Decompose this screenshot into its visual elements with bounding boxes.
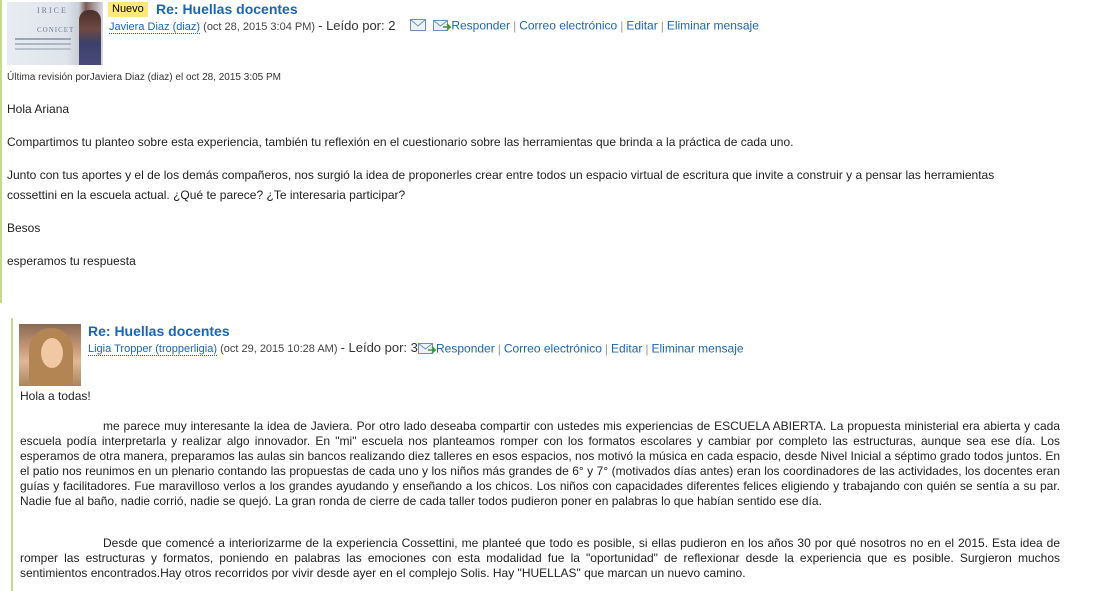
edit-link[interactable]: Editar bbox=[611, 342, 642, 356]
avatar-lines bbox=[15, 38, 71, 40]
avatar-person bbox=[79, 10, 101, 65]
body-paragraph: Desde que comencé a interiorizarme de la… bbox=[20, 536, 1060, 580]
delete-link[interactable]: Eliminar mensaje bbox=[667, 19, 759, 33]
avatar-logo-subtext: CONICET bbox=[37, 26, 75, 34]
action-separator: | bbox=[620, 18, 624, 33]
action-separator: | bbox=[645, 341, 649, 356]
greeting: Hola a todas! bbox=[20, 389, 91, 403]
post-meta: Javiera Diaz (diaz) (oct 28, 2015 3:04 P… bbox=[109, 18, 396, 34]
delete-link[interactable]: Eliminar mensaje bbox=[652, 342, 744, 356]
post-actions: Responder | Correo electrónico | Editar | Elim… bbox=[418, 341, 744, 358]
body-paragraph: Hola Ariana bbox=[7, 102, 70, 116]
edit-link[interactable]: Editar bbox=[626, 19, 657, 33]
action-separator: | bbox=[604, 341, 609, 356]
avatar-face bbox=[41, 338, 63, 368]
forum-post-1: IRICE CONICET Nuevo Re: Huellas docentes… bbox=[0, 0, 1111, 303]
body-paragraph: esperamos tu respuesta bbox=[7, 254, 136, 268]
reply-icon[interactable] bbox=[418, 341, 437, 358]
body-paragraph: me parece muy interesante la idea de Jav… bbox=[20, 419, 1060, 508]
reply-icon[interactable] bbox=[433, 18, 453, 35]
revision-note: Última revisión porJaviera Diaz (diaz) e… bbox=[7, 72, 282, 83]
avatar-logo-text: IRICE bbox=[37, 6, 68, 15]
action-separator: | bbox=[497, 341, 501, 356]
reply-link[interactable]: Responder bbox=[436, 342, 495, 356]
post-subject[interactable]: Re: Huellas docentes bbox=[88, 323, 230, 339]
post-actions: Responder | Correo electrónico | Editar | Elim… bbox=[410, 18, 759, 35]
body-paragraph: Compartimos tu planteo sobre esta experi… bbox=[7, 135, 794, 149]
email-link[interactable]: Correo electrónico bbox=[504, 342, 602, 356]
post-date: (oct 29, 2015 10:28 AM) bbox=[220, 343, 338, 355]
action-separator: | bbox=[513, 18, 517, 33]
reply-link[interactable]: Responder bbox=[451, 19, 510, 33]
read-count: - Leído por: 3 bbox=[340, 340, 418, 355]
action-separator: | bbox=[660, 18, 664, 33]
avatar[interactable]: IRICE CONICET bbox=[7, 2, 103, 65]
email-link[interactable]: Correo electrónico bbox=[519, 19, 617, 33]
post-meta: Ligia Tropper (tropperligia) (oct 29, 20… bbox=[88, 340, 418, 356]
new-badge: Nuevo bbox=[108, 2, 148, 17]
post-date: (oct 28, 2015 3:04 PM) bbox=[203, 21, 316, 33]
author-link[interactable]: Ligia Tropper (tropperligia) bbox=[88, 343, 218, 356]
post-subject[interactable]: Re: Huellas docentes bbox=[156, 1, 298, 17]
thread-indent-bar bbox=[11, 318, 13, 591]
author-link[interactable]: Javiera Diaz (diaz) bbox=[109, 21, 201, 34]
body-paragraph: Besos bbox=[7, 221, 41, 235]
avatar[interactable] bbox=[19, 324, 81, 386]
envelope-icon[interactable] bbox=[410, 19, 426, 34]
forum-post-2: Re: Huellas docentes Ligia Tropper (trop… bbox=[0, 318, 1111, 591]
read-count: - Leído por: 2 bbox=[318, 18, 396, 33]
body-paragraph: Junto con tus aportes y el de los demás … bbox=[7, 168, 995, 202]
thread-indent-bar bbox=[0, 0, 2, 303]
